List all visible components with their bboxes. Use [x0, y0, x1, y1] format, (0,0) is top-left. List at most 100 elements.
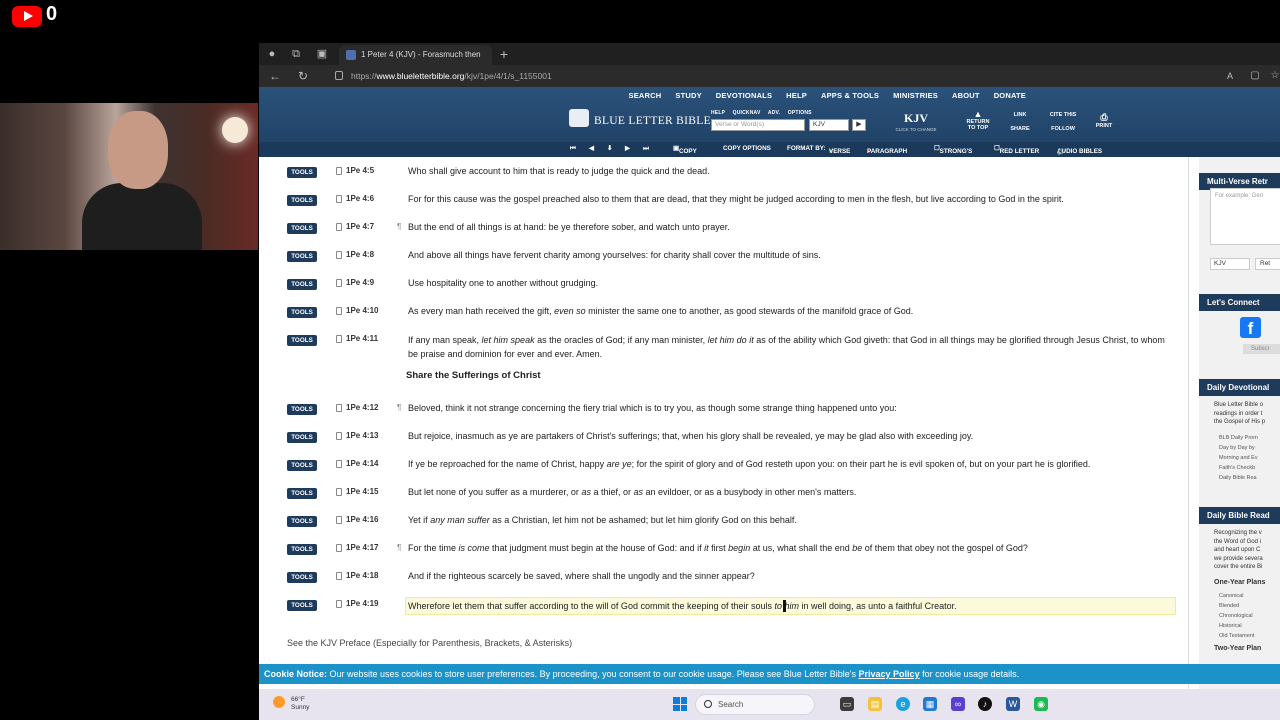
tools-button[interactable]: TOOLS: [287, 404, 317, 415]
follow-button[interactable]: FOLLOW: [1047, 126, 1079, 132]
workspaces-icon[interactable]: ⧉: [289, 47, 303, 61]
verse-ref[interactable]: 1Pe 4:13: [346, 431, 378, 440]
devotional-link[interactable]: Day by Day by: [1219, 443, 1258, 453]
windows-start-icon[interactable]: [673, 697, 687, 711]
blb-logo-icon[interactable]: [569, 109, 589, 127]
verse-ref[interactable]: 1Pe 4:16: [346, 515, 378, 524]
verse-ref[interactable]: 1Pe 4:10: [346, 306, 378, 315]
tools-button[interactable]: TOOLS: [287, 460, 317, 471]
new-tab-icon[interactable]: +: [497, 47, 511, 61]
last-chapter-icon[interactable]: ⏭: [643, 145, 649, 153]
nav-help[interactable]: HELP: [786, 91, 807, 100]
prev-chapter-icon[interactable]: ◀: [589, 145, 594, 152]
split-screen-icon[interactable]: ▢: [1247, 68, 1263, 84]
tools-button[interactable]: TOOLS: [287, 251, 317, 262]
taskbar-search[interactable]: Search: [695, 694, 815, 715]
verse-ref[interactable]: 1Pe 4:5: [346, 166, 374, 175]
blb-logo[interactable]: BLUE LETTER BIBLE: [594, 115, 711, 127]
version-select[interactable]: KJV: [809, 119, 849, 131]
cite-this-button[interactable]: CITE THIS: [1046, 112, 1080, 118]
tools-button[interactable]: TOOLS: [287, 432, 317, 443]
red-letter-toggle[interactable]: ☐ RED LETTER: [994, 145, 1039, 155]
nav-about[interactable]: ABOUT: [952, 91, 980, 100]
nav-devotionals[interactable]: DEVOTIONALS: [716, 91, 772, 100]
subscribe-button[interactable]: Subscr: [1243, 344, 1280, 354]
search-go-button[interactable]: ▶: [852, 119, 866, 131]
plan-link[interactable]: Historical: [1219, 621, 1254, 631]
search-input[interactable]: Verse or Word(s): [711, 119, 805, 131]
tiktok-icon[interactable]: ♪: [978, 697, 992, 711]
address-bar[interactable]: https://www.blueletterbible.org/kjv/1pe/…: [329, 68, 1199, 84]
tools-button[interactable]: TOOLS: [287, 307, 317, 318]
plan-link[interactable]: Canonical: [1219, 591, 1254, 601]
devotional-link[interactable]: Daily Bible Rea: [1219, 473, 1258, 483]
facebook-icon[interactable]: f: [1240, 317, 1261, 338]
file-explorer-icon[interactable]: ▤: [868, 697, 882, 711]
plan-link[interactable]: Old Testament: [1219, 631, 1254, 641]
verse-ref[interactable]: 1Pe 4:19: [346, 599, 378, 608]
edge-icon[interactable]: e: [896, 697, 910, 711]
tools-button[interactable]: TOOLS: [287, 195, 317, 206]
verse-ref[interactable]: 1Pe 4:14: [346, 459, 378, 468]
plan-link[interactable]: Blended: [1219, 601, 1254, 611]
verse-ref[interactable]: 1Pe 4:7: [346, 222, 374, 231]
devotional-link[interactable]: BLB Daily Prom: [1219, 433, 1258, 443]
tab-active[interactable]: 1 Peter 4 (KJV) - Forasmuch then ✕: [339, 45, 492, 65]
first-chapter-icon[interactable]: ⏮: [570, 145, 576, 153]
verse-ref[interactable]: 1Pe 4:18: [346, 571, 378, 580]
verse-ref[interactable]: 1Pe 4:11: [346, 334, 378, 343]
copy-options-button[interactable]: COPY OPTIONS: [723, 145, 771, 152]
privacy-policy-link[interactable]: Privacy Policy: [859, 669, 920, 679]
kjv-preface-link[interactable]: See the KJV Preface (Especially for Pare…: [287, 638, 572, 648]
tools-button[interactable]: TOOLS: [287, 279, 317, 290]
plan-link[interactable]: Chronological: [1219, 611, 1254, 621]
verse-ref[interactable]: 1Pe 4:17: [346, 543, 378, 552]
verse-ref[interactable]: 1Pe 4:8: [346, 250, 374, 259]
link-button[interactable]: LINK: [1009, 112, 1031, 118]
tab-actions-icon[interactable]: ▣: [315, 47, 329, 61]
nav-donate[interactable]: DONATE: [994, 91, 1026, 100]
chapter-menu-icon[interactable]: ⬇: [607, 145, 612, 152]
spotify-icon[interactable]: ◉: [1034, 697, 1048, 711]
retrieve-button[interactable]: Ret: [1255, 258, 1280, 270]
store-icon[interactable]: ▦: [923, 697, 937, 711]
verse-ref[interactable]: 1Pe 4:9: [346, 278, 374, 287]
read-aloud-icon[interactable]: A: [1222, 68, 1238, 84]
visual-studio-icon[interactable]: ∞: [951, 697, 965, 711]
tools-button[interactable]: TOOLS: [287, 167, 317, 178]
nav-search[interactable]: SEARCH: [629, 91, 662, 100]
favorites-icon[interactable]: ☆: [1267, 68, 1280, 84]
tools-button[interactable]: TOOLS: [287, 600, 317, 611]
copy-button[interactable]: ▣ COPY: [673, 145, 697, 155]
tools-button[interactable]: TOOLS: [287, 223, 317, 234]
version-badge[interactable]: KJV: [892, 111, 940, 126]
verse-ref[interactable]: 1Pe 4:15: [346, 487, 378, 496]
search-options[interactable]: HELP QUICKNAV ADV. OPTIONS: [711, 110, 812, 116]
nav-study[interactable]: STUDY: [675, 91, 701, 100]
verse-ref[interactable]: 1Pe 4:12: [346, 403, 378, 412]
weather-widget[interactable]: 66°F Sunny: [273, 696, 309, 712]
share-button[interactable]: SHARE: [1007, 126, 1033, 132]
strongs-toggle[interactable]: ☐ STRONG'S: [934, 145, 972, 155]
multi-verse-version-select[interactable]: KJV: [1210, 258, 1250, 270]
next-chapter-icon[interactable]: ▶: [625, 145, 630, 152]
nav-ministries[interactable]: MINISTRIES: [893, 91, 938, 100]
tools-button[interactable]: TOOLS: [287, 488, 317, 499]
tools-button[interactable]: TOOLS: [287, 335, 317, 346]
multi-verse-input[interactable]: For example: Gen: [1210, 188, 1280, 245]
tools-button[interactable]: TOOLS: [287, 572, 317, 583]
return-to-top-button[interactable]: ▲ RETURN TO TOP: [965, 109, 991, 131]
verse-ref[interactable]: 1Pe 4:6: [346, 194, 374, 203]
tools-button[interactable]: TOOLS: [287, 544, 317, 555]
nav-apps-tools[interactable]: APPS & TOOLS: [821, 91, 879, 100]
refresh-icon[interactable]: ↻: [295, 68, 311, 84]
back-icon[interactable]: ←: [267, 68, 283, 84]
word-icon[interactable]: W: [1006, 697, 1020, 711]
devotional-link[interactable]: Morning and Ev: [1219, 453, 1258, 463]
profile-icon[interactable]: ●: [265, 47, 279, 61]
task-view-icon[interactable]: ▭: [840, 697, 854, 711]
print-button[interactable]: ⎙ PRINT: [1091, 112, 1117, 129]
devotional-link[interactable]: Faith's Checkb: [1219, 463, 1258, 473]
verse-text-italic: any man suffer: [430, 515, 490, 525]
tools-button[interactable]: TOOLS: [287, 516, 317, 527]
